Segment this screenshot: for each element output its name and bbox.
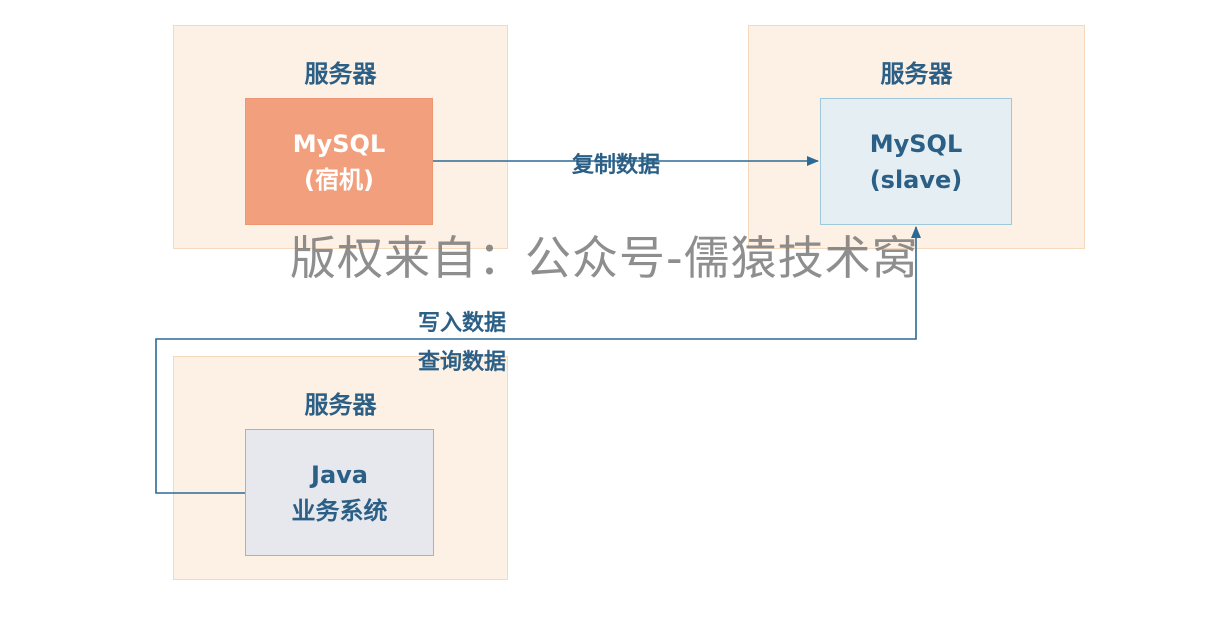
write-label: 写入数据 — [418, 311, 507, 336]
query-label: 查询数据 — [418, 350, 507, 375]
replicate-label: 复制数据 — [572, 153, 661, 178]
connector-layer — [155, 156, 921, 494]
watermark-text: 版权来自：公众号-儒猿技术窝 — [290, 231, 919, 285]
